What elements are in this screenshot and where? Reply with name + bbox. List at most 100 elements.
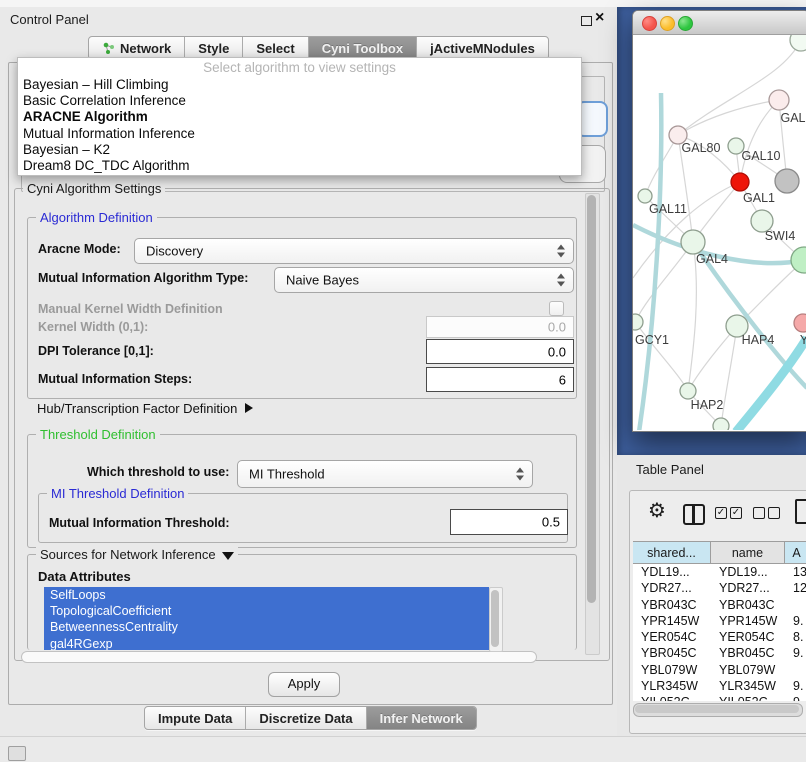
network-desktop: GALGAL80GAL10GAL1GAL11SWI4GAL4GCY1HAP4YH… (617, 7, 806, 455)
tab-select[interactable]: Select (243, 37, 308, 59)
checked-box-icon[interactable]: ✓ (730, 507, 742, 519)
sources-legend[interactable]: Sources for Network Inference (36, 547, 238, 562)
network-node-red-node[interactable] (731, 173, 749, 191)
table-cell: YLR345W (711, 678, 785, 694)
mi-threshold-field[interactable]: 0.5 (450, 509, 568, 535)
bottom-tab-discretize-data[interactable]: Discretize Data (246, 707, 366, 729)
node-label-hap4: HAP4 (742, 333, 775, 347)
network-edge[interactable] (688, 326, 737, 391)
tab-jactivemnodules[interactable]: jActiveMNodules (417, 37, 548, 59)
table-row[interactable]: YLR345WYLR345W9. (633, 678, 806, 694)
table-hscrollbar[interactable] (633, 703, 803, 717)
table-cell: 9. (785, 678, 806, 694)
gear-icon[interactable]: ⚙ (648, 501, 666, 521)
aracne-mode-select[interactable]: Discovery (134, 238, 574, 264)
table-column-header[interactable]: shared... (633, 542, 711, 563)
dropdown-item[interactable]: Basic Correlation Inference (18, 93, 581, 109)
network-node-GCY1[interactable] (633, 314, 643, 330)
network-node-GAL4[interactable] (681, 230, 705, 254)
export-table-icon[interactable] (795, 499, 806, 524)
apply-button[interactable]: Apply (268, 672, 340, 697)
network-edge[interactable] (736, 338, 806, 430)
table-row[interactable]: YPR145WYPR145W9. (633, 613, 806, 629)
table-hscrollbar-thumb[interactable] (635, 705, 799, 713)
close-traffic-light-icon[interactable] (642, 16, 657, 31)
tab-label: Style (198, 41, 229, 56)
dropdown-item[interactable]: Dream8 DC_TDC Algorithm (18, 158, 581, 174)
attribute-list-item[interactable]: SelfLoops (44, 587, 489, 603)
unchecked-box-icon[interactable] (768, 507, 780, 519)
dropdown-item[interactable]: Mutual Information Inference (18, 126, 581, 142)
data-attributes-list[interactable]: SelfLoopsTopologicalCoefficientBetweenne… (44, 587, 489, 650)
network-node-top-partial[interactable] (790, 35, 806, 51)
table-row[interactable]: YBL079WYBL079W (633, 662, 806, 678)
table-row[interactable]: YDL19...YDL19...13 (633, 564, 806, 580)
table-row[interactable]: YBR043CYBR043C (633, 597, 806, 613)
attribute-list-item[interactable]: TopologicalCoefficient (44, 603, 489, 619)
expander-collapsed-icon (245, 403, 253, 413)
minimize-traffic-light-icon[interactable] (660, 16, 675, 31)
settings-scrollbar-thumb[interactable] (587, 195, 596, 603)
tab-style[interactable]: Style (185, 37, 243, 59)
table-cell: YIL052C (711, 694, 785, 701)
node-label-gcy1: GCY1 (635, 333, 669, 347)
stepper-icon (557, 274, 566, 287)
tab-network[interactable]: Network (89, 37, 185, 59)
network-edge[interactable] (740, 100, 779, 182)
table-row[interactable]: YDR27...YDR27...12 (633, 580, 806, 596)
attributes-scrollbar[interactable] (489, 587, 503, 652)
window-titlebar[interactable] (633, 11, 806, 35)
table-column-header[interactable]: A (785, 542, 806, 563)
network-canvas[interactable]: GALGAL80GAL10GAL1GAL11SWI4GAL4GCY1HAP4YH… (633, 35, 806, 430)
node-label-gal: GAL (780, 111, 805, 125)
network-node-pink-top[interactable] (769, 90, 789, 110)
network-node-bottom-partial[interactable] (713, 418, 729, 430)
panel-toggle-icon[interactable] (8, 746, 26, 761)
network-edge[interactable] (721, 326, 737, 426)
dropdown-item[interactable]: Bayesian – K2 (18, 142, 581, 158)
attributes-scrollbar-thumb[interactable] (491, 590, 499, 647)
table-column-header[interactable]: name (711, 542, 785, 563)
network-view-window[interactable]: GALGAL80GAL10GAL1GAL11SWI4GAL4GCY1HAP4YH… (632, 10, 806, 432)
dropdown-item[interactable]: Bayesian – Hill Climbing (18, 77, 581, 93)
bottom-tab-infer-network[interactable]: Infer Network (367, 707, 476, 729)
checked-box-icon[interactable]: ✓ (715, 507, 727, 519)
close-icon[interactable]: × (595, 9, 604, 27)
zoom-traffic-light-icon[interactable] (678, 16, 693, 31)
network-edge[interactable] (639, 93, 661, 430)
mi-steps-field[interactable]: 6 (426, 367, 574, 392)
float-window-icon[interactable] (581, 16, 592, 26)
columns-icon[interactable] (683, 504, 705, 525)
network-edge[interactable] (635, 242, 693, 322)
which-threshold-select[interactable]: MI Threshold (237, 460, 533, 488)
table-cell: YBL079W (711, 662, 785, 678)
kernel-width-field[interactable]: 0.0 (426, 316, 574, 338)
network-node-pink-right[interactable] (794, 314, 806, 332)
table-row[interactable]: YBR045CYBR045C9. (633, 645, 806, 661)
mi-type-select[interactable]: Naive Bayes (274, 267, 574, 293)
network-node-GAL11[interactable] (638, 189, 652, 203)
tab-label: Network (120, 41, 171, 56)
table-row[interactable]: YER054CYER054C8. (633, 629, 806, 645)
tab-cyni-toolbox[interactable]: Cyni Toolbox (309, 37, 417, 59)
table-row[interactable]: YIL052CYIL052C9. (633, 694, 806, 701)
bottom-tab-impute-data[interactable]: Impute Data (145, 707, 246, 729)
settings-hscrollbar[interactable] (21, 651, 537, 663)
stepper-icon (516, 468, 525, 481)
network-node-HAP2[interactable] (680, 383, 696, 399)
attribute-list-item[interactable]: gal4RGexp (44, 636, 489, 650)
algorithm-definition-group: Algorithm Definition Aracne Mode: Discov… (27, 217, 577, 399)
network-node-gray-node[interactable] (775, 169, 799, 193)
node-attribute-table[interactable]: shared...nameA YDL19...YDL19...13YDR27..… (633, 541, 806, 701)
attribute-list-item[interactable]: BetweennessCentrality (44, 619, 489, 635)
manual-kernel-label: Manual Kernel Width Definition (38, 302, 223, 316)
hub-expander[interactable]: Hub/Transcription Factor Definition (37, 401, 253, 416)
manual-kernel-checkbox[interactable] (549, 301, 564, 316)
threshold-definition-group: Threshold Definition Which threshold to … (27, 434, 577, 548)
unchecked-box-icon[interactable] (753, 507, 765, 519)
node-label-gal1: GAL1 (743, 191, 775, 205)
settings-scrollbar-track[interactable] (585, 193, 600, 655)
dpi-tolerance-field[interactable]: 0.0 (426, 339, 574, 364)
table-cell: YBR045C (633, 645, 711, 661)
dropdown-item[interactable]: ARACNE Algorithm (18, 109, 581, 125)
